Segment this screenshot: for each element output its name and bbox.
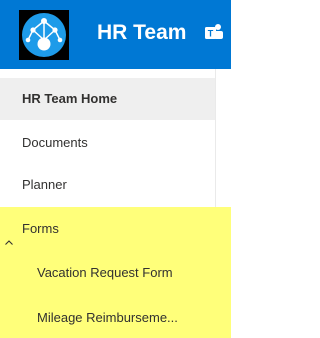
site-logo[interactable] <box>19 10 69 60</box>
nav-item-label: Mileage Reimburseme... <box>37 310 178 325</box>
nav-item-label: Planner <box>22 177 67 192</box>
nav-item-label: Forms <box>22 221 59 236</box>
nav-item-label: HR Team Home <box>22 91 118 106</box>
sharepoint-site-window: HR Team T HR Team Home Documents Planner <box>0 0 231 338</box>
nav-item-label: Documents <box>22 135 88 150</box>
chevron-up-icon[interactable] <box>4 223 14 245</box>
site-title[interactable]: HR Team <box>97 19 186 47</box>
nav-item-planner[interactable]: Planner <box>0 164 215 206</box>
nav-item-documents[interactable]: Documents <box>0 122 215 164</box>
svg-text:T: T <box>208 29 214 39</box>
site-header: HR Team T <box>0 0 231 69</box>
nav-item-mileage-reimbursement[interactable]: Mileage Reimburseme... <box>0 297 231 338</box>
nav-item-hr-team-home[interactable]: HR Team Home <box>0 78 215 120</box>
network-nodes-icon <box>22 13 66 57</box>
forms-group-highlight: Forms Vacation Request Form Mileage Reim… <box>0 207 231 338</box>
nav-item-label: Vacation Request Form <box>37 265 173 280</box>
nav-item-forms[interactable]: Forms <box>0 208 231 250</box>
teams-icon[interactable]: T <box>204 22 224 44</box>
nav-item-vacation-request-form[interactable]: Vacation Request Form <box>0 252 231 294</box>
